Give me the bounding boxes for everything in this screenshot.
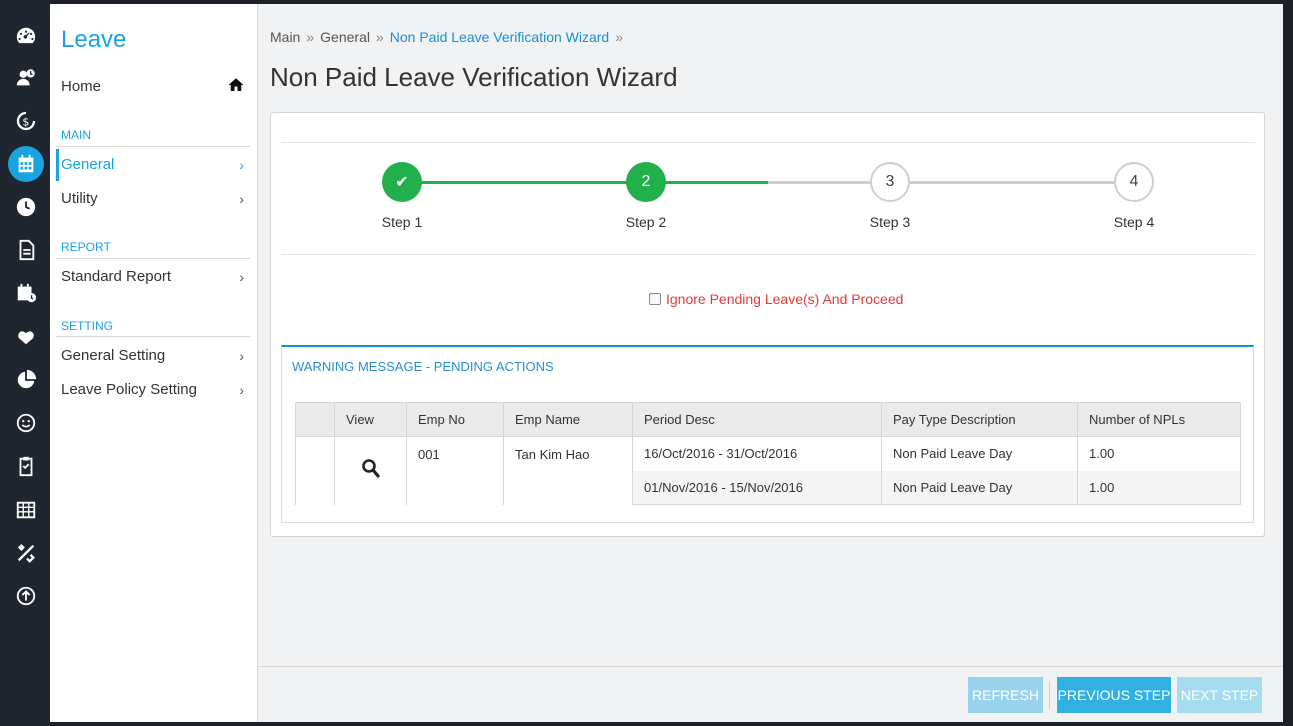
sidebar-item-standard-report[interactable]: Standard Report › [56, 261, 250, 293]
breadcrumb-general[interactable]: General [320, 29, 370, 45]
calendar-clock-icon[interactable] [10, 277, 42, 309]
step-number: 4 [1114, 162, 1154, 202]
step-label: Step 4 [1113, 214, 1155, 230]
chevron-right-icon: › [239, 157, 244, 173]
sidebar-item-utility[interactable]: Utility › [56, 183, 250, 215]
document-icon[interactable] [10, 234, 42, 266]
next-step-button[interactable]: NEXT STEP [1177, 677, 1262, 713]
column-header: Emp Name [503, 402, 633, 437]
pay-type-cell: Non Paid Leave Day [881, 436, 1078, 471]
table-row: 001 Tan Kim Hao 16/Oct/2016 - 31/Oct/201… [295, 436, 1241, 505]
period-desc-cell: 16/Oct/2016 - 31/Oct/2016 [632, 436, 882, 471]
section-setting: SETTING [61, 319, 114, 333]
chevron-right-icon: › [239, 191, 244, 207]
column-header [295, 402, 335, 437]
column-header: Pay Type Description [881, 402, 1078, 437]
ignore-pending-checkbox[interactable] [649, 293, 661, 305]
search-icon[interactable] [361, 457, 381, 481]
table-header-row: View Emp No Emp Name Period Desc Pay Typ… [295, 402, 1241, 437]
hand-heart-icon[interactable] [10, 320, 42, 352]
clipboard-icon[interactable] [10, 450, 42, 482]
arrow-up-circle-icon[interactable] [10, 580, 42, 612]
sidebar-item-label: Standard Report [61, 268, 172, 285]
column-header: Number of NPLs [1077, 402, 1241, 437]
sidebar-item-label: General [61, 156, 115, 173]
calendar-icon[interactable] [8, 146, 44, 182]
wizard-step-1[interactable]: ✔ Step 1 [342, 162, 462, 230]
step-number: 2 [626, 162, 666, 202]
emp-name-cell: Tan Kim Hao [503, 436, 633, 505]
home-icon[interactable] [227, 76, 245, 94]
column-header: Period Desc [632, 402, 882, 437]
clock-icon[interactable] [10, 191, 42, 223]
dashboard-icon[interactable] [10, 20, 42, 52]
column-header: Emp No [406, 402, 504, 437]
period-desc-cell: 01/Nov/2016 - 15/Nov/2016 [632, 470, 882, 505]
wizard-step-2[interactable]: 2 Step 2 [586, 162, 706, 230]
chevron-right-icon: › [239, 382, 244, 398]
sidebar-item-leave-policy-setting[interactable]: Leave Policy Setting › [56, 374, 250, 406]
emp-no-cell: 001 [406, 436, 504, 505]
column-header: View [334, 402, 407, 437]
warning-title: WARNING MESSAGE - PENDING ACTIONS [292, 359, 554, 374]
sidebar-item-general-setting[interactable]: General Setting › [56, 340, 250, 372]
dollar-cycle-icon[interactable]: $ [10, 105, 42, 137]
page-title: Non Paid Leave Verification Wizard [270, 62, 678, 92]
npl-count-cell: 1.00 [1077, 436, 1241, 471]
smile-icon[interactable] [10, 407, 42, 439]
section-report: REPORT [61, 240, 111, 254]
wizard-step-4[interactable]: 4 Step 4 [1074, 162, 1194, 230]
step-number: 3 [870, 162, 910, 202]
wizard-step-3[interactable]: 3 Step 3 [830, 162, 950, 230]
sidebar-title: Leave [61, 26, 127, 53]
breadcrumb: Main» General» Non Paid Leave Verification… [270, 29, 624, 45]
warning-box: WARNING MESSAGE - PENDING ACTIONS View E… [281, 345, 1254, 523]
pie-chart-icon[interactable] [10, 364, 42, 396]
wizard-panel: ✔ Step 1 2 Step 2 3 Step 3 4 Step 4 Igno… [270, 112, 1265, 537]
step-label: Step 3 [869, 214, 911, 230]
sidebar-item-label: Utility [61, 190, 98, 207]
ignore-pending-label[interactable]: Ignore Pending Leave(s) And Proceed [666, 291, 903, 307]
row-gutter-cell [295, 436, 335, 505]
chevron-right-icon: › [239, 348, 244, 364]
sidebar-item-label: Leave Policy Setting [61, 381, 197, 398]
svg-text:$: $ [22, 116, 29, 129]
npl-count-cell: 1.00 [1077, 470, 1241, 505]
check-icon: ✔ [382, 162, 422, 202]
refresh-button[interactable]: REFRESH [968, 677, 1043, 713]
sidebar: Leave Home MAIN General › Utility › REPO… [50, 4, 258, 722]
user-clock-icon[interactable] [10, 62, 42, 94]
sidebar-item-general[interactable]: General › [56, 149, 250, 181]
previous-step-button[interactable]: PREVIOUS STEP [1057, 677, 1171, 713]
pay-type-cell: Non Paid Leave Day [881, 470, 1078, 505]
breadcrumb-current[interactable]: Non Paid Leave Verification Wizard [390, 29, 609, 45]
section-main: MAIN [61, 128, 91, 142]
breadcrumb-main[interactable]: Main [270, 29, 300, 45]
chevron-right-icon: › [239, 269, 244, 285]
view-cell [334, 436, 407, 505]
sidebar-home-link[interactable]: Home [61, 78, 101, 95]
ignore-pending-option[interactable]: Ignore Pending Leave(s) And Proceed [649, 291, 903, 307]
tools-icon[interactable] [10, 537, 42, 569]
main-content: Main» General» Non Paid Leave Verification… [258, 4, 1283, 722]
pending-actions-table: View Emp No Emp Name Period Desc Pay Typ… [295, 402, 1241, 505]
icon-rail: $ [0, 0, 50, 726]
step-label: Step 1 [381, 214, 423, 230]
sidebar-item-label: General Setting [61, 347, 166, 364]
step-label: Step 2 [625, 214, 667, 230]
table-icon[interactable] [10, 494, 42, 526]
